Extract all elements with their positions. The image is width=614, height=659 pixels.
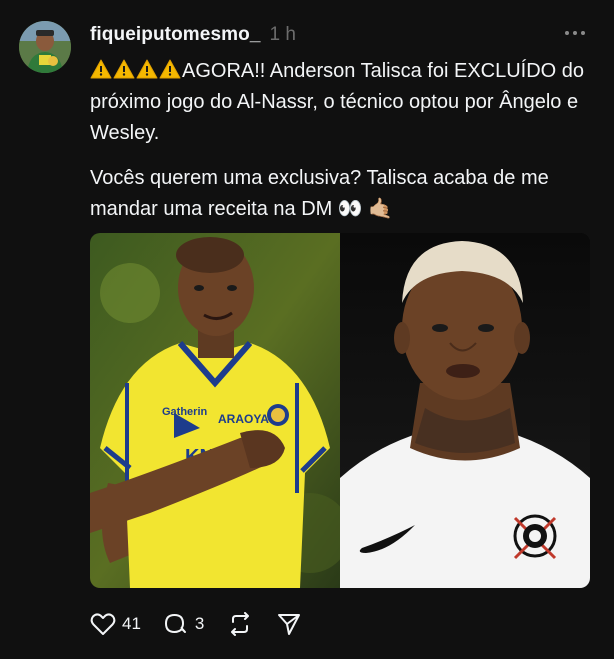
avatar[interactable] [19,21,71,73]
post-header: fiqueiputomesmo_ 1 h [90,24,296,46]
post-text: AGORA!! Anderson Talisca foi EXCLUÍDO do… [90,56,600,225]
avatar-image [19,21,71,73]
share-button[interactable] [276,612,302,636]
comment-button[interactable]: 3 [163,612,204,636]
warning-icon [136,59,158,79]
kit-brand-text: Gatherin [162,406,208,418]
kit-sponsor-text: ARAOYA [218,412,269,426]
post-paragraph-2: Vocês querem uma exclusiva? Talisca acab… [90,163,600,225]
like-button[interactable]: 41 [90,612,141,636]
comment-count: 3 [194,614,205,633]
timestamp: 1 h [269,24,296,45]
repost-icon [231,612,250,636]
warning-icon [113,59,135,79]
repost-button[interactable] [226,612,254,636]
comment-icon [164,614,186,633]
warning-icons [90,59,182,82]
post-paragraph-1: AGORA!! Anderson Talisca foi EXCLUÍDO do… [90,56,600,149]
action-bar: 41 3 [90,610,324,638]
send-icon [278,614,301,635]
like-count: 41 [122,614,141,633]
heart-icon [90,613,116,635]
post-image[interactable]: Gatherin ARAOYA KN [90,233,590,588]
warning-icon [159,59,181,79]
post-text-line2: Vocês querem uma exclusiva? Talisca acab… [90,167,549,220]
username[interactable]: fiqueiputomesmo_ [90,24,261,46]
warning-icon [90,59,112,79]
more-options-icon[interactable] [565,31,585,35]
photo-collage: Gatherin ARAOYA KN [90,233,590,588]
